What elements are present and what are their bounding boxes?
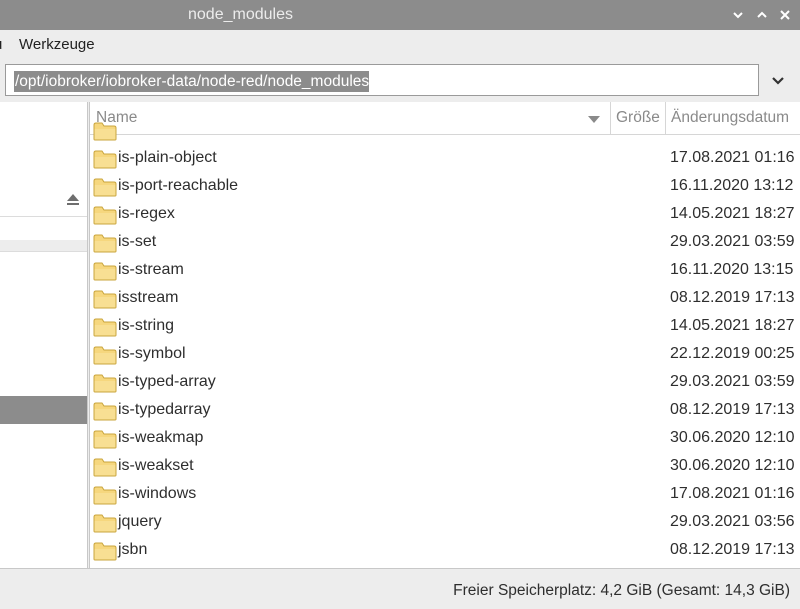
list-item[interactable]: jsbn 08.12.2019 17:13 <box>90 536 800 564</box>
folder-icon <box>93 542 117 561</box>
file-name: is-windows <box>118 485 197 502</box>
file-name: is-plain-object <box>118 149 217 166</box>
list-item[interactable]: is-typed-array 29.03.2021 03:59 <box>90 368 800 396</box>
file-name: is-weakmap <box>118 429 204 446</box>
path-input[interactable]: /opt/iobroker/iobroker-data/node-red/nod… <box>5 64 759 96</box>
list-item[interactable]: is-windows 17.08.2021 01:16 <box>90 480 800 508</box>
list-item[interactable]: isstream 08.12.2019 17:13 <box>90 284 800 312</box>
file-name: is-regex <box>118 205 175 222</box>
file-list: Name Größe Änderungsdatum is-plain-objec… <box>89 102 800 568</box>
path-bar: /opt/iobroker/iobroker-data/node-red/nod… <box>0 60 800 102</box>
file-name: jsbn <box>118 541 148 558</box>
list-item[interactable]: is-symbol 22.12.2019 00:25 <box>90 340 800 368</box>
list-item[interactable]: is-weakset 30.06.2020 12:10 <box>90 452 800 480</box>
file-name: is-symbol <box>118 345 186 362</box>
file-date: 14.05.2021 18:27 <box>670 317 795 334</box>
list-item-partial[interactable] <box>90 116 800 144</box>
list-item[interactable]: is-regex 14.05.2021 18:27 <box>90 200 800 228</box>
file-date: 08.12.2019 17:13 <box>670 541 795 558</box>
file-date: 30.06.2020 12:10 <box>670 457 795 474</box>
file-date: 16.11.2020 13:15 <box>670 261 794 278</box>
menu-bar: u Werkzeuge <box>0 30 800 60</box>
file-date: 14.05.2021 18:27 <box>670 205 795 222</box>
file-date: 17.08.2021 01:16 <box>670 485 795 502</box>
list-item[interactable]: is-port-reachable 16.11.2020 13:12 <box>90 172 800 200</box>
folder-icon <box>93 234 117 253</box>
folder-icon <box>93 346 117 365</box>
list-item[interactable]: is-plain-object 17.08.2021 01:16 <box>90 144 800 172</box>
status-text: Freier Speicherplatz: 4,2 GiB (Gesamt: 1… <box>453 582 790 599</box>
chevron-down-icon[interactable] <box>729 5 747 25</box>
divider <box>0 216 87 217</box>
file-name: is-typedarray <box>118 401 211 418</box>
menu-item-partial[interactable]: u <box>0 36 2 53</box>
list-item[interactable]: is-typedarray 08.12.2019 17:13 <box>90 396 800 424</box>
folder-icon <box>93 430 117 449</box>
file-name: jquery <box>118 513 162 530</box>
eject-icon[interactable] <box>65 192 81 208</box>
file-date: 29.03.2021 03:56 <box>670 513 795 530</box>
file-date: 08.12.2019 17:13 <box>670 401 795 418</box>
divider <box>0 251 87 252</box>
folder-icon <box>93 458 117 477</box>
file-date: 17.08.2021 01:16 <box>670 149 795 166</box>
list-item[interactable]: jquery 29.03.2021 03:56 <box>90 508 800 536</box>
folder-icon <box>93 486 117 505</box>
chevron-up-icon[interactable] <box>753 5 771 25</box>
menu-item-werkzeuge[interactable]: Werkzeuge <box>19 36 95 53</box>
folder-icon <box>93 178 117 197</box>
path-text: /opt/iobroker/iobroker-data/node-red/nod… <box>14 71 370 92</box>
status-bar: Freier Speicherplatz: 4,2 GiB (Gesamt: 1… <box>0 568 800 609</box>
pane-gap <box>0 240 87 251</box>
file-date: 16.11.2020 13:12 <box>670 177 794 194</box>
file-date: 22.12.2019 00:25 <box>670 345 795 362</box>
window-title: node_modules <box>188 6 293 23</box>
folder-icon <box>93 206 117 225</box>
file-name: is-set <box>118 233 157 250</box>
folder-icon <box>93 318 117 337</box>
file-date: 08.12.2019 17:13 <box>670 289 795 306</box>
file-name: is-port-reachable <box>118 177 239 194</box>
file-name: isstream <box>118 289 179 306</box>
folder-icon <box>93 514 117 533</box>
file-rows: is-plain-object 17.08.2021 01:16 is-port-r… <box>90 122 800 568</box>
folder-icon <box>93 122 117 141</box>
sidebar-item-selected[interactable] <box>0 396 87 424</box>
file-name: is-stream <box>118 261 184 278</box>
title-bar: node_modules <box>0 0 800 30</box>
folder-icon <box>93 262 117 281</box>
list-item[interactable]: is-weakmap 30.06.2020 12:10 <box>90 424 800 452</box>
list-item[interactable]: is-set 29.03.2021 03:59 <box>90 228 800 256</box>
folder-icon <box>93 402 117 421</box>
folder-icon <box>93 374 117 393</box>
chevron-down-icon[interactable] <box>766 68 790 92</box>
file-name: is-typed-array <box>118 373 216 390</box>
folder-icon <box>93 150 117 169</box>
file-date: 30.06.2020 12:10 <box>670 429 795 446</box>
file-date: 29.03.2021 03:59 <box>670 233 795 250</box>
close-icon[interactable] <box>776 5 794 25</box>
file-name: is-string <box>118 317 175 334</box>
list-item[interactable]: is-stream 16.11.2020 13:15 <box>90 256 800 284</box>
side-pane <box>0 102 88 568</box>
list-item[interactable]: is-string 14.05.2021 18:27 <box>90 312 800 340</box>
file-date: 29.03.2021 03:59 <box>670 373 795 390</box>
folder-icon <box>93 290 117 309</box>
file-name: is-weakset <box>118 457 194 474</box>
